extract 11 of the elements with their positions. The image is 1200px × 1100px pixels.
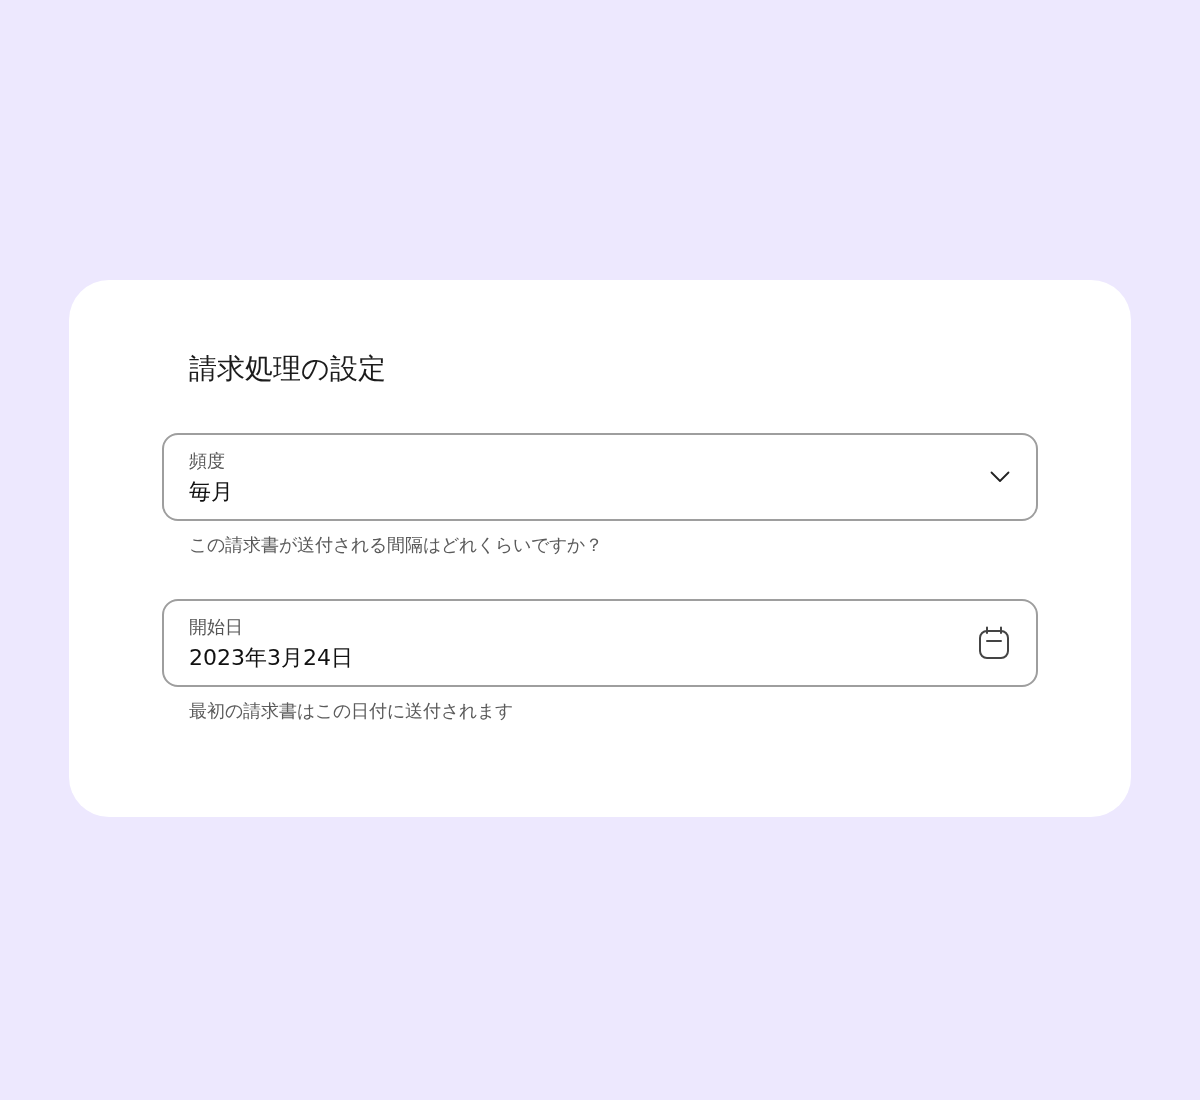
date-field[interactable]: 開始日 2023年3月24日 — [162, 599, 1038, 687]
field-value: 毎月 — [189, 477, 233, 506]
field-value: 2023年3月24日 — [189, 643, 353, 672]
select-field[interactable]: 頻度 毎月 — [162, 433, 1038, 521]
field-label: 頻度 — [189, 448, 225, 473]
helper-text: 最初の請求書はこの日付に送付されます — [189, 699, 513, 723]
field-label: 開始日 — [189, 614, 243, 639]
helper-text: この請求書が送付される間隔はどれくらいですか？ — [189, 533, 603, 557]
calendar-icon — [978, 626, 1010, 660]
chevron-down-icon — [990, 471, 1010, 483]
card-title: 請求処理の設定 — [189, 351, 386, 387]
